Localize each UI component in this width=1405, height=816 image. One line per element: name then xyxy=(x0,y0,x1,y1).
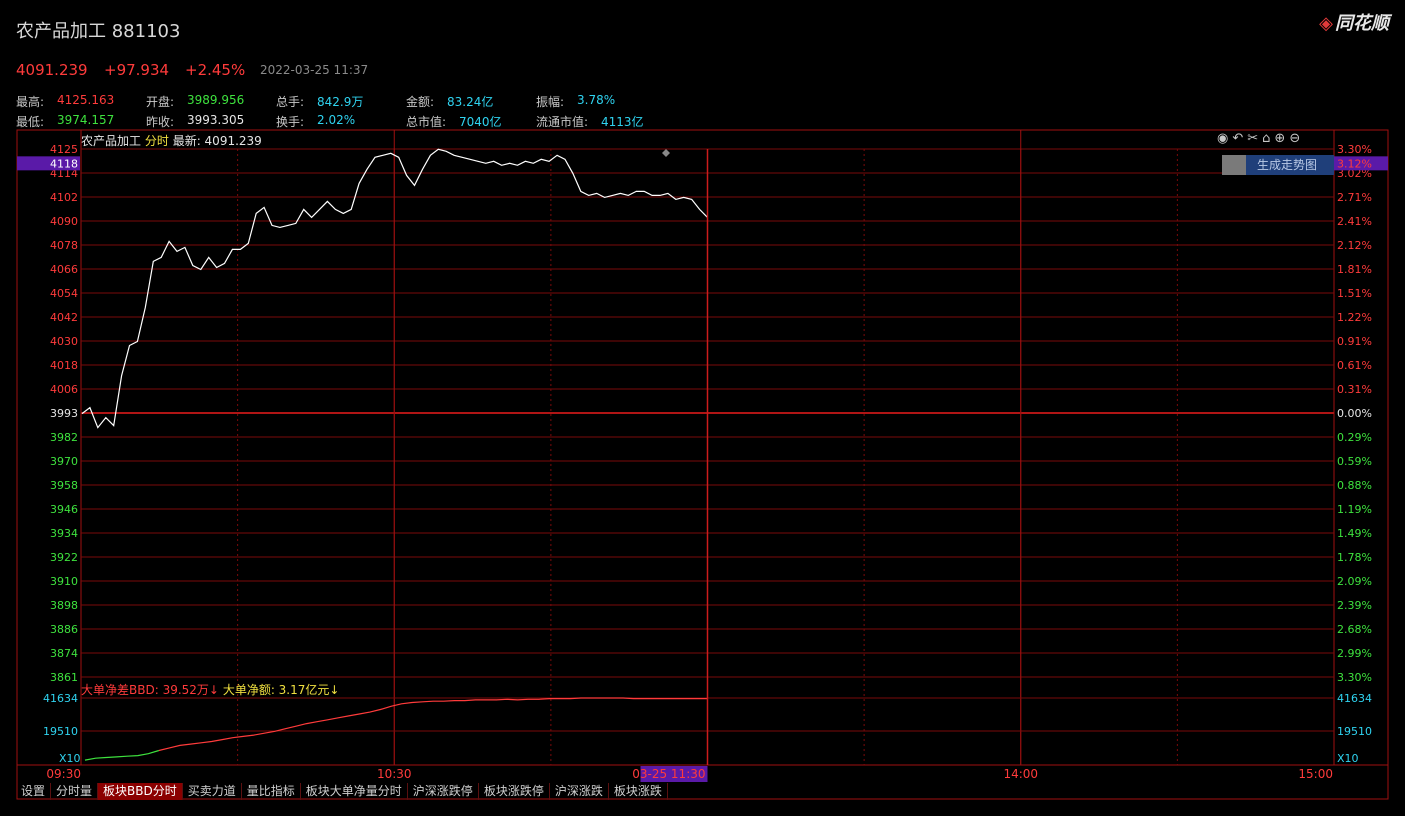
legend-name: 农产品加工 xyxy=(81,134,142,148)
button-thumb-icon xyxy=(1222,155,1246,175)
y-tick-label-left: 4102 xyxy=(50,191,78,204)
eye-icon[interactable]: ◉ xyxy=(1217,131,1228,146)
tab-9[interactable]: 板块涨跌 xyxy=(609,783,668,800)
y-tick-label-right: 0.61% xyxy=(1337,359,1372,372)
y-tick-label-left: 3970 xyxy=(50,455,78,468)
y-tick-label-right: 0.59% xyxy=(1337,455,1372,468)
y-tick-label-right: 3.30% xyxy=(1337,671,1372,684)
sub-y-tick-right: 19510 xyxy=(1337,725,1372,738)
undo-icon[interactable]: ↶ xyxy=(1232,131,1243,146)
y-tick-label-left: 3886 xyxy=(50,623,78,636)
marker-diamond-icon xyxy=(662,149,670,157)
y-tick-label-right: 2.41% xyxy=(1337,215,1372,228)
bbd-line xyxy=(158,697,708,752)
tab-1[interactable]: 分时量 xyxy=(51,783,99,800)
sub-y-tick-left: 19510 xyxy=(43,725,78,738)
y-tick-label-left: 4054 xyxy=(50,287,78,300)
tab-8[interactable]: 沪深涨跌 xyxy=(550,783,609,800)
y-tick-label-left: 4018 xyxy=(50,359,78,372)
y-tick-label-right: 0.88% xyxy=(1337,479,1372,492)
x-tick-label: 10:30 xyxy=(377,767,412,781)
sub-multiplier-left: X10 xyxy=(59,752,81,765)
chart-legend: 农产品加工 分时 最新: 4091.239 xyxy=(81,132,262,149)
cursor-price-label: 4118 xyxy=(50,157,78,170)
x-tick-label: 09:30 xyxy=(46,767,81,781)
cursor-pct-label: 3.12% xyxy=(1337,157,1372,170)
bbd-legend: 大单净差BBD: 39.52万↓ 大单净额: 3.17亿元↓ xyxy=(81,681,339,698)
bbd-line-negative xyxy=(84,749,160,761)
y-tick-label-left: 4042 xyxy=(50,311,78,324)
y-tick-label-left: 3958 xyxy=(50,479,78,492)
y-tick-label-left: 4030 xyxy=(50,335,78,348)
y-tick-label-right: 0.91% xyxy=(1337,335,1372,348)
tab-2[interactable]: 板块BBD分时 xyxy=(98,783,183,800)
y-tick-label-left: 4006 xyxy=(50,383,78,396)
y-tick-label-right: 0.00% xyxy=(1337,407,1372,420)
y-tick-label-right: 2.99% xyxy=(1337,647,1372,660)
y-tick-label-left: 4066 xyxy=(50,263,78,276)
chart-toolbar: ◉ ↶ ✂ ⌂ ⊕ ⊖ xyxy=(1217,131,1300,146)
zoom-out-icon[interactable]: ⊖ xyxy=(1289,131,1300,146)
bbd-amount-label: 大单净额: 3.17亿元↓ xyxy=(222,683,340,697)
zoom-in-icon[interactable]: ⊕ xyxy=(1274,131,1285,146)
y-tick-label-left: 3982 xyxy=(50,431,78,444)
y-tick-label-left: 4090 xyxy=(50,215,78,228)
sub-multiplier-right: X10 xyxy=(1337,752,1359,765)
indicator-tabs: 设置 分时量 板块BBD分时 买卖力道 量比指标 板块大单净量分时 沪深涨跌停 板块涨跌停 沪深… xyxy=(16,783,668,800)
y-tick-label-left: 3874 xyxy=(50,647,78,660)
tab-5[interactable]: 板块大单净量分时 xyxy=(301,783,408,800)
y-tick-label-right: 2.39% xyxy=(1337,599,1372,612)
y-tick-label-left: 3922 xyxy=(50,551,78,564)
scissors-icon[interactable]: ✂ xyxy=(1247,131,1258,146)
legend-latest: 最新: 4091.239 xyxy=(172,134,262,148)
y-tick-label-right: 1.81% xyxy=(1337,263,1372,276)
tab-7[interactable]: 板块涨跌停 xyxy=(479,783,550,800)
y-tick-label-left: 4078 xyxy=(50,239,78,252)
bbd-diff-label: 大单净差BBD: 39.52万↓ xyxy=(81,683,219,697)
y-tick-label-left: 3898 xyxy=(50,599,78,612)
y-tick-label-left: 3861 xyxy=(50,671,78,684)
y-tick-label-right: 2.68% xyxy=(1337,623,1372,636)
legend-mode: 分时 xyxy=(144,134,169,148)
y-tick-label-left: 3993 xyxy=(50,407,78,420)
y-tick-label-left: 3946 xyxy=(50,503,78,516)
generate-trend-chart-label: 生成走势图 xyxy=(1256,158,1317,172)
y-tick-label-right: 2.12% xyxy=(1337,239,1372,252)
sub-y-tick-left: 41634 xyxy=(43,692,78,705)
y-tick-label-right: 1.51% xyxy=(1337,287,1372,300)
y-tick-label-right: 1.19% xyxy=(1337,503,1372,516)
generate-trend-chart-button[interactable]: 生成走势图 xyxy=(1222,155,1334,175)
y-tick-label-left: 3934 xyxy=(50,527,78,540)
y-tick-label-left: 3910 xyxy=(50,575,78,588)
y-tick-label-right: 2.71% xyxy=(1337,191,1372,204)
sub-y-tick-right: 41634 xyxy=(1337,692,1372,705)
y-tick-label-left: 4125 xyxy=(50,143,78,156)
y-tick-label-right: 1.49% xyxy=(1337,527,1372,540)
tab-3[interactable]: 买卖力道 xyxy=(183,783,242,800)
y-tick-label-right: 3.30% xyxy=(1337,143,1372,156)
tab-0[interactable]: 设置 xyxy=(16,783,52,800)
cursor-time-label: 03-25 11:30 xyxy=(632,767,705,781)
tab-4[interactable]: 量比指标 xyxy=(242,783,301,800)
x-tick-label: 14:00 xyxy=(1003,767,1038,781)
x-tick-label: 15:00 xyxy=(1298,767,1333,781)
y-tick-label-right: 2.09% xyxy=(1337,575,1372,588)
y-tick-label-right: 1.22% xyxy=(1337,311,1372,324)
tab-6[interactable]: 沪深涨跌停 xyxy=(408,783,479,800)
y-tick-label-right: 0.29% xyxy=(1337,431,1372,444)
y-tick-label-right: 0.31% xyxy=(1337,383,1372,396)
y-tick-label-right: 1.78% xyxy=(1337,551,1372,564)
lock-icon[interactable]: ⌂ xyxy=(1262,131,1270,146)
